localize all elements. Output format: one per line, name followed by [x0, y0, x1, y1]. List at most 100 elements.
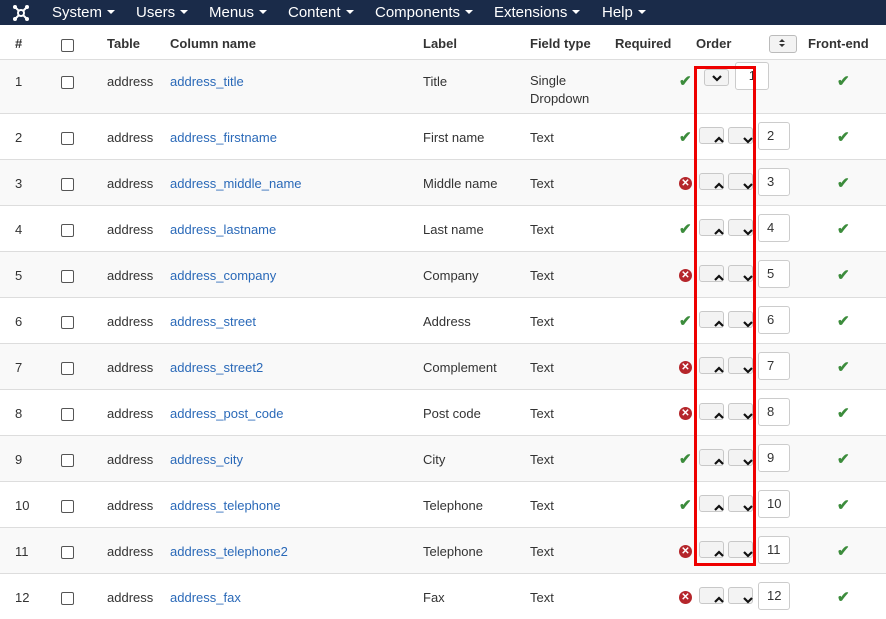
order-input[interactable]: 2 [758, 121, 790, 150]
frontend-check-icon[interactable]: ✔ [837, 496, 850, 514]
frontend-check-icon[interactable]: ✔ [837, 450, 850, 468]
frontend-check-icon[interactable]: ✔ [837, 542, 850, 560]
required-toggle[interactable]: ✕ [647, 174, 692, 190]
header-table[interactable]: Table [107, 27, 170, 60]
order-up-button[interactable] [699, 494, 724, 512]
order-input[interactable]: 11 [758, 535, 790, 564]
order-input[interactable]: 8 [758, 397, 790, 426]
order-input[interactable]: 4 [758, 213, 790, 242]
row-checkbox[interactable] [61, 269, 74, 283]
row-checkbox[interactable] [61, 315, 74, 329]
order-down-button[interactable] [728, 494, 753, 512]
order-up-button[interactable] [699, 172, 724, 190]
column-name-link[interactable]: address_street [170, 314, 256, 329]
menu-system[interactable]: System [52, 0, 116, 25]
order-down-button[interactable] [728, 540, 753, 558]
order-up-button[interactable] [699, 586, 724, 604]
required-toggle[interactable]: ✔ [647, 450, 692, 468]
sort-icon[interactable] [769, 35, 797, 53]
order-input[interactable]: 5 [758, 259, 790, 288]
order-controls: 10 [696, 482, 808, 527]
order-input[interactable]: 12 [758, 581, 790, 610]
frontend-check-icon[interactable]: ✔ [837, 588, 850, 606]
column-name-link[interactable]: address_title [170, 74, 244, 89]
header-required[interactable]: Required [615, 27, 696, 60]
joomla-logo-icon[interactable] [12, 4, 30, 22]
column-name-link[interactable]: address_city [170, 452, 243, 467]
menu-menus[interactable]: Menus [209, 0, 268, 25]
order-up-button[interactable] [699, 540, 724, 558]
frontend-check-icon[interactable]: ✔ [837, 358, 850, 376]
required-toggle[interactable]: ✔ [647, 220, 692, 238]
row-checkbox[interactable] [61, 75, 74, 89]
required-toggle[interactable]: ✔ [647, 496, 692, 514]
required-toggle[interactable]: ✕ [647, 266, 692, 282]
row-checkbox[interactable] [61, 131, 74, 145]
order-down-button[interactable] [728, 586, 753, 604]
row-checkbox[interactable] [61, 177, 74, 191]
required-toggle[interactable]: ✕ [647, 358, 692, 374]
column-name-link[interactable]: address_street2 [170, 360, 263, 375]
frontend-check-icon[interactable]: ✔ [837, 404, 850, 422]
order-down-button[interactable] [728, 310, 753, 328]
column-name-link[interactable]: address_telephone2 [170, 544, 288, 559]
header-field-type[interactable]: Field type [530, 27, 615, 60]
row-checkbox[interactable] [61, 499, 74, 513]
order-down-button[interactable] [728, 218, 753, 236]
order-input[interactable]: 9 [758, 443, 790, 472]
order-up-button[interactable] [699, 264, 724, 282]
row-checkbox[interactable] [61, 407, 74, 421]
required-toggle[interactable]: ✕ [647, 404, 692, 420]
order-down-button[interactable] [704, 68, 729, 86]
column-name-link[interactable]: address_company [170, 268, 276, 283]
required-toggle[interactable]: ✕ [647, 542, 692, 558]
order-input[interactable]: 3 [758, 167, 790, 196]
frontend-check-icon[interactable]: ✔ [837, 72, 850, 90]
order-down-button[interactable] [728, 126, 753, 144]
frontend-check-icon[interactable]: ✔ [837, 174, 850, 192]
required-toggle[interactable]: ✔ [647, 312, 692, 330]
row-checkbox[interactable] [61, 545, 74, 559]
order-input[interactable]: 6 [758, 305, 790, 334]
order-up-button[interactable] [699, 356, 724, 374]
column-name-link[interactable]: address_firstname [170, 130, 277, 145]
frontend-check-icon[interactable]: ✔ [837, 128, 850, 146]
menu-components[interactable]: Components [375, 0, 474, 25]
row-checkbox[interactable] [61, 361, 74, 375]
order-down-button[interactable] [728, 448, 753, 466]
order-down-button[interactable] [728, 402, 753, 420]
header-frontend[interactable]: Front-end [808, 27, 886, 60]
order-up-button[interactable] [699, 126, 724, 144]
menu-content[interactable]: Content [288, 0, 354, 25]
order-up-button[interactable] [699, 218, 724, 236]
frontend-check-icon[interactable]: ✔ [837, 312, 850, 330]
order-up-button[interactable] [699, 402, 724, 420]
row-checkbox[interactable] [61, 223, 74, 237]
header-column-name[interactable]: Column name [170, 27, 423, 60]
column-name-link[interactable]: address_fax [170, 590, 241, 605]
column-name-link[interactable]: address_middle_name [170, 176, 302, 191]
order-down-button[interactable] [728, 264, 753, 282]
row-checkbox[interactable] [61, 591, 74, 605]
order-down-button[interactable] [728, 172, 753, 190]
required-toggle[interactable]: ✔ [647, 72, 692, 90]
order-up-button[interactable] [699, 310, 724, 328]
column-name-link[interactable]: address_telephone [170, 498, 281, 513]
column-name-link[interactable]: address_post_code [170, 406, 283, 421]
header-order[interactable]: Order [696, 27, 769, 60]
order-input[interactable]: 1 [735, 61, 769, 90]
menu-help[interactable]: Help [602, 0, 646, 25]
order-input[interactable]: 10 [758, 489, 790, 518]
order-up-button[interactable] [699, 448, 724, 466]
order-input[interactable]: 7 [758, 351, 790, 380]
header-label[interactable]: Label [423, 27, 530, 60]
required-toggle[interactable]: ✔ [647, 128, 692, 146]
frontend-check-icon[interactable]: ✔ [837, 220, 850, 238]
select-all-checkbox[interactable] [61, 39, 74, 52]
order-down-button[interactable] [728, 356, 753, 374]
column-name-link[interactable]: address_lastname [170, 222, 276, 237]
row-checkbox[interactable] [61, 453, 74, 467]
frontend-check-icon[interactable]: ✔ [837, 266, 850, 284]
menu-users[interactable]: Users [136, 0, 189, 25]
menu-extensions[interactable]: Extensions [494, 0, 581, 25]
